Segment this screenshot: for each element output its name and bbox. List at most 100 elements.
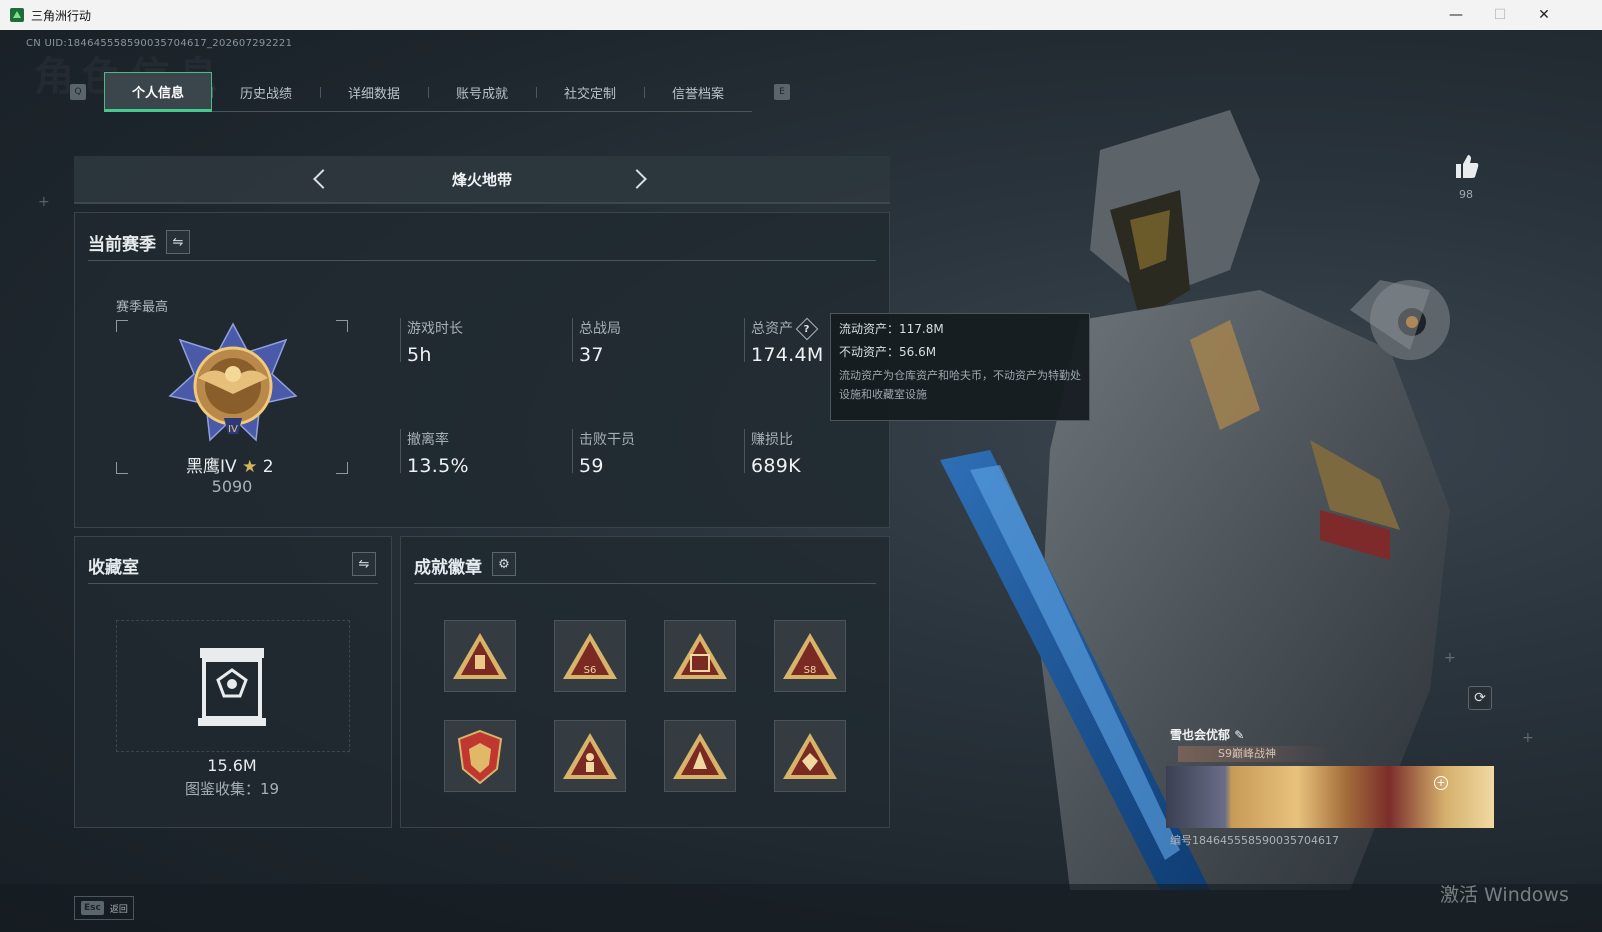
stat-extraction-rate: 撤离率 13.5% (400, 429, 469, 477)
player-name-text: 雪也会优郁 (1170, 728, 1231, 742)
esc-key-label: Esc (81, 901, 104, 915)
achievement-badge[interactable] (444, 620, 516, 692)
badges-settings-button[interactable]: ⚙ (492, 552, 516, 576)
app-logo-icon (10, 8, 24, 22)
achievement-badge[interactable] (774, 720, 846, 792)
stat-label: 游戏时长 (407, 321, 463, 337)
mode-selector: 烽火地带 (74, 156, 890, 204)
stat-value: 59 (579, 455, 604, 477)
vault-value: 15.6M (207, 756, 257, 775)
achievement-badge[interactable]: S8 (774, 620, 846, 692)
stat-profit-loss: 赚损比 689K (744, 429, 801, 477)
like-thumb-icon[interactable] (1452, 152, 1480, 180)
achievement-badge[interactable] (664, 620, 736, 692)
stat-total-matches: 总战局 37 (572, 318, 621, 366)
badge-triangle-box-icon (673, 633, 727, 679)
refresh-icon[interactable]: ⟳ (1468, 686, 1492, 710)
tooltip-fixed-assets: 不动资产：56.6M (839, 345, 937, 359)
season-panel-title: 当前赛季 (88, 235, 156, 255)
tab-achievements[interactable]: 账号成就 (428, 72, 536, 112)
season-divider (88, 260, 876, 261)
back-button[interactable]: Esc 返回 (74, 896, 134, 920)
activate-windows-watermark: 激活 Windows (1440, 884, 1569, 906)
stat-value: 174.4M (751, 344, 824, 366)
tab-credit-record[interactable]: 信誉档案 (644, 72, 752, 112)
decor-plus: + (1444, 650, 1456, 666)
badge-triangle-arrow-icon (673, 733, 727, 779)
next-mode-arrow-icon[interactable] (626, 168, 648, 190)
tab-bar: Q 个人信息 历史战绩 详细数据 账号成就 社交定制 信誉档案 E (70, 72, 790, 112)
prev-mode-arrow-icon[interactable] (312, 168, 334, 190)
achievement-badge[interactable] (664, 720, 736, 792)
player-id: 编号18464555859003570​4617 (1170, 834, 1339, 847)
edit-pencil-icon[interactable]: ✎ (1234, 728, 1244, 742)
badge-triangle-icon (453, 633, 507, 679)
rank-star-count: 2 (262, 457, 274, 477)
badge-triangle-s8-icon: S8 (783, 633, 837, 679)
stat-label: 击败干员 (579, 432, 635, 448)
svg-text:S8: S8 (804, 665, 817, 676)
svg-text:IV: IV (228, 424, 238, 435)
minimize-button[interactable]: — (1434, 0, 1478, 30)
decor-plus: + (1522, 730, 1534, 746)
svg-text:S6: S6 (584, 665, 597, 676)
mode-title: 烽火地带 (451, 170, 512, 189)
help-icon[interactable]: ? (795, 317, 819, 341)
tooltip-liquid-assets: 流动资产：117.8M (839, 322, 944, 336)
season-switch-button[interactable]: ⇋ (166, 230, 190, 254)
stat-label: 总资产? (751, 317, 824, 341)
rank-title: 黑鹰IV (186, 457, 237, 477)
frame-corner (336, 320, 348, 332)
game-viewport: CN UID:18464555859003570​4617_2026072922… (0, 30, 1602, 932)
vault-collection-count: 图鉴收集：19 (184, 780, 280, 798)
player-name-card[interactable]: 雪也会优郁 ✎ S9巅峰战神 + 编号18464555859003570​461… (1166, 722, 1494, 850)
tab-profile[interactable]: 个人信息 (104, 72, 212, 112)
prev-tab-key-hint[interactable]: Q (70, 84, 86, 100)
stat-label: 总战局 (579, 321, 621, 337)
badge-triangle-emblem-icon (783, 733, 837, 779)
like-count: 98 (1459, 188, 1473, 201)
maximize-button[interactable]: ☐ (1478, 0, 1522, 30)
achievement-badge[interactable] (444, 720, 516, 792)
tab-strip: 个人信息 历史战绩 详细数据 账号成就 社交定制 信誉档案 (104, 72, 752, 112)
player-title-badge: S9巅峰战神 (1178, 746, 1328, 762)
vault-switch-button[interactable]: ⇋ (352, 552, 376, 576)
vault-cabinet-icon (198, 648, 266, 726)
next-tab-key-hint[interactable]: E (774, 84, 790, 100)
tab-match-history[interactable]: 历史战绩 (212, 72, 320, 112)
stat-operators-killed: 击败干员 59 (572, 429, 635, 477)
achievement-badge[interactable] (554, 720, 626, 792)
asset-tooltip: 流动资产：117.8M 不动资产：56.6M 流动资产为仓库资产和哈夫币，不动资… (830, 313, 1090, 421)
stat-value: 13.5% (407, 455, 469, 477)
back-label: 返回 (109, 904, 128, 915)
decor-plus: + (38, 194, 50, 210)
frame-corner (116, 320, 128, 332)
frame-corner (336, 462, 348, 474)
stat-label: 赚损比 (751, 432, 793, 448)
tab-detailed-data[interactable]: 详细数据 (320, 72, 428, 112)
stat-value: 37 (579, 344, 604, 366)
tooltip-description: 流动资产为仓库资产和哈夫币，不动资产为特勤处设施和收藏室设施 (839, 369, 1081, 401)
close-button[interactable]: ✕ (1522, 0, 1566, 30)
rank-medal-icon: IV (168, 322, 298, 442)
tab-social-custom[interactable]: 社交定制 (536, 72, 644, 112)
stat-playtime: 游戏时长 5h (400, 318, 463, 366)
achievement-badge[interactable]: S6 (554, 620, 626, 692)
stat-label-text: 总资产 (751, 321, 793, 337)
stat-value: 689K (751, 455, 801, 477)
window-title: 三角洲行动 (31, 8, 92, 23)
stat-label: 撤离率 (407, 432, 449, 448)
badge-triangle-figure-icon (563, 733, 617, 779)
add-plus-icon[interactable]: + (1434, 776, 1448, 790)
name-card-banner-image: + (1166, 766, 1494, 828)
vault-divider (88, 583, 378, 584)
rank-score: 5090 (211, 477, 253, 496)
rank-star-icon: ★ (242, 457, 258, 477)
vault-panel-title: 收藏室 (88, 558, 139, 578)
badge-triangle-s6-icon: S6 (563, 633, 617, 679)
window-titlebar: 三角洲行动 — ☐ ✕ (0, 0, 1602, 30)
help-glyph: ? (804, 323, 810, 335)
player-name: 雪也会优郁 ✎ (1170, 726, 1244, 743)
badge-shield-icon (457, 729, 503, 785)
rank-name: 黑鹰IV ★ 2 (186, 452, 274, 477)
